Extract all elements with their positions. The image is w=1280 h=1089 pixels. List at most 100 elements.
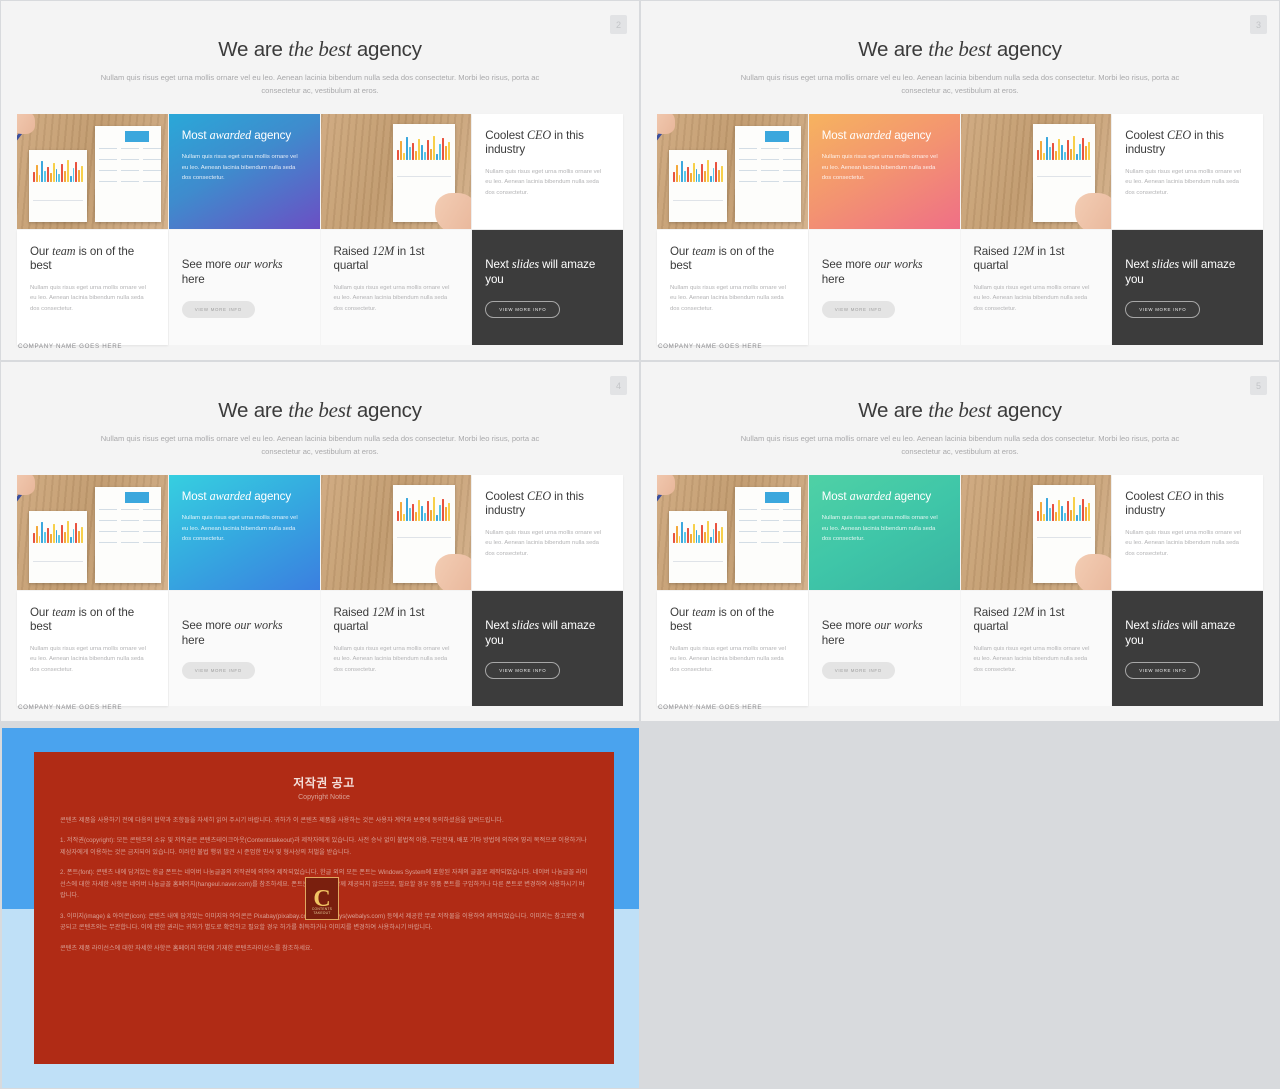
hand	[657, 475, 675, 495]
raised-funding-card[interactable]: Raised 12M in 1st quartal Nullam quis ris…	[960, 230, 1112, 345]
view-more-info-button[interactable]: VIEW MORE INFO	[181, 661, 255, 679]
awarded-agency-card[interactable]: Most awarded agency Nullam quis risus ege…	[168, 475, 320, 590]
our-team-content: Our team is on of the best Nullam quis ri…	[657, 591, 808, 706]
bar	[706, 521, 709, 543]
bar-chart	[33, 521, 83, 543]
raised-funding-card[interactable]: Raised 12M in 1st quartal Nullam quis ris…	[960, 591, 1112, 706]
bar	[715, 523, 718, 543]
coolest-ceo-card[interactable]: Coolest CEO in this industry Nullam quis …	[1112, 475, 1263, 590]
awarded-agency-card[interactable]: Most awarded agency Nullam quis risus ege…	[808, 114, 960, 229]
see-more-works-content: See more our works here VIEW MORE INFO	[809, 230, 960, 345]
next-slides-card[interactable]: Next slides will amaze you VIEW MORE INFO	[472, 591, 623, 706]
our-team-body: Nullam quis risus eget urna mollis ornar…	[30, 645, 146, 673]
see-more-works-card[interactable]: See more our works here VIEW MORE INFO	[808, 591, 960, 706]
bar-chart	[673, 160, 723, 182]
bar	[1045, 498, 1048, 521]
coolest-ceo-card[interactable]: Coolest CEO in this industry Nullam quis …	[472, 114, 623, 229]
page-title: We are the best agency	[218, 37, 422, 61]
page-title: We are the best agency	[218, 398, 422, 422]
bar	[1039, 502, 1042, 521]
bar	[1069, 510, 1072, 521]
view-more-info-button[interactable]: VIEW MORE INFO	[1125, 300, 1201, 318]
resume-text-line	[739, 170, 757, 171]
bar	[429, 510, 432, 521]
resume-text-line	[783, 531, 801, 532]
view-more-info-button[interactable]: VIEW MORE INFO	[485, 300, 561, 318]
bar	[673, 172, 675, 182]
our-team-content: Our team is on of the best Nullam quis ri…	[17, 591, 168, 706]
chart-baseline	[1036, 537, 1091, 538]
slide-thumbnail-2[interactable]: 2 We are the best agency Nullam quis risus…	[0, 0, 640, 361]
bar	[1054, 512, 1057, 521]
bar	[411, 143, 414, 160]
resume-text-line	[99, 509, 117, 510]
raised-funding-card[interactable]: Raised 12M in 1st quartal Nullam quis ris…	[320, 230, 472, 345]
bar	[75, 162, 78, 182]
bar	[33, 172, 35, 182]
chart-baseline	[673, 200, 723, 201]
see-more-works-card[interactable]: See more our works here VIEW MORE INFO	[168, 591, 320, 706]
bar	[408, 508, 411, 521]
resume-text-line	[761, 170, 779, 171]
slide-thumbnail-4[interactable]: 4 We are the best agency Nullam quis risus…	[0, 361, 640, 722]
bar	[1066, 501, 1069, 521]
bar	[715, 162, 718, 182]
view-more-info-button-wrap: VIEW MORE INFO	[1125, 648, 1250, 679]
our-team-card[interactable]: Our team is on of the best Nullam quis ri…	[657, 230, 808, 345]
bar	[402, 514, 405, 521]
view-more-info-button[interactable]: VIEW MORE INFO	[485, 661, 561, 679]
see-more-works-heading-emphasis: our works	[874, 257, 923, 272]
view-more-info-button[interactable]: VIEW MORE INFO	[821, 300, 895, 318]
resume-text-line	[783, 181, 801, 182]
next-slides-heading: Next slides will amaze you	[485, 618, 596, 647]
resume-text-line	[761, 148, 779, 149]
next-slides-heading: Next slides will amaze you	[1125, 618, 1236, 647]
coolest-ceo-heading: Coolest CEO in this industry	[1125, 128, 1224, 157]
awarded-agency-heading-emphasis: awarded	[849, 128, 892, 142]
view-more-info-button-wrap: VIEW MORE INFO	[181, 287, 307, 318]
coolest-ceo-heading: Coolest CEO in this industry	[485, 489, 584, 518]
our-team-card[interactable]: Our team is on of the best Nullam quis ri…	[657, 591, 808, 706]
awarded-agency-card[interactable]: Most awarded agency Nullam quis risus ege…	[168, 114, 320, 229]
bar	[1039, 141, 1042, 160]
next-slides-card[interactable]: Next slides will amaze you VIEW MORE INFO	[1112, 591, 1263, 706]
photo-card-desk-documents	[320, 114, 472, 229]
resume-text-line	[143, 159, 161, 160]
bar	[712, 168, 715, 182]
bar	[1057, 500, 1060, 521]
raised-funding-card[interactable]: Raised 12M in 1st quartal Nullam quis ris…	[320, 591, 472, 706]
our-team-heading: Our team is on of the best	[670, 605, 775, 634]
bar	[438, 505, 441, 521]
bar	[396, 511, 399, 521]
next-slides-card[interactable]: Next slides will amaze you VIEW MORE INFO	[1112, 230, 1263, 345]
our-team-card[interactable]: Our team is on of the best Nullam quis ri…	[17, 591, 168, 706]
bar	[684, 532, 687, 543]
view-more-info-button[interactable]: VIEW MORE INFO	[821, 661, 895, 679]
coolest-ceo-card[interactable]: Coolest CEO in this industry Nullam quis …	[472, 475, 623, 590]
page-title-emphasis: the best	[288, 398, 352, 422]
bar	[1060, 145, 1063, 160]
see-more-works-card[interactable]: See more our works here VIEW MORE INFO	[808, 230, 960, 345]
next-slides-card[interactable]: Next slides will amaze you VIEW MORE INFO	[472, 230, 623, 345]
raised-funding-content: Raised 12M in 1st quartal Nullam quis ris…	[961, 230, 1112, 345]
view-more-info-button[interactable]: VIEW MORE INFO	[181, 300, 255, 318]
slide-thumbnail-5[interactable]: 5 We are the best agency Nullam quis risus…	[640, 361, 1280, 722]
raised-funding-body: Nullam quis risus eget urna mollis ornar…	[333, 645, 450, 673]
coolest-ceo-card[interactable]: Coolest CEO in this industry Nullam quis …	[1112, 114, 1263, 229]
bar	[695, 530, 698, 543]
view-more-info-button-wrap: VIEW MORE INFO	[181, 648, 307, 679]
see-more-works-card[interactable]: See more our works here VIEW MORE INFO	[168, 230, 320, 345]
our-team-card[interactable]: Our team is on of the best Nullam quis ri…	[17, 230, 168, 345]
see-more-works-content: See more our works here VIEW MORE INFO	[169, 591, 320, 706]
bar	[701, 164, 704, 182]
view-more-info-button[interactable]: VIEW MORE INFO	[1125, 661, 1201, 679]
bar	[38, 536, 41, 543]
bar	[692, 524, 695, 543]
view-more-info-button-wrap: VIEW MORE INFO	[821, 287, 947, 318]
resume-text-line	[121, 159, 139, 160]
slide-thumbnail-3[interactable]: 3 We are the best agency Nullam quis risus…	[640, 0, 1280, 361]
our-team-heading-emphasis: team	[692, 605, 716, 619]
awarded-agency-card[interactable]: Most awarded agency Nullam quis risus ege…	[808, 475, 960, 590]
bar	[684, 171, 687, 182]
bar	[447, 142, 450, 160]
